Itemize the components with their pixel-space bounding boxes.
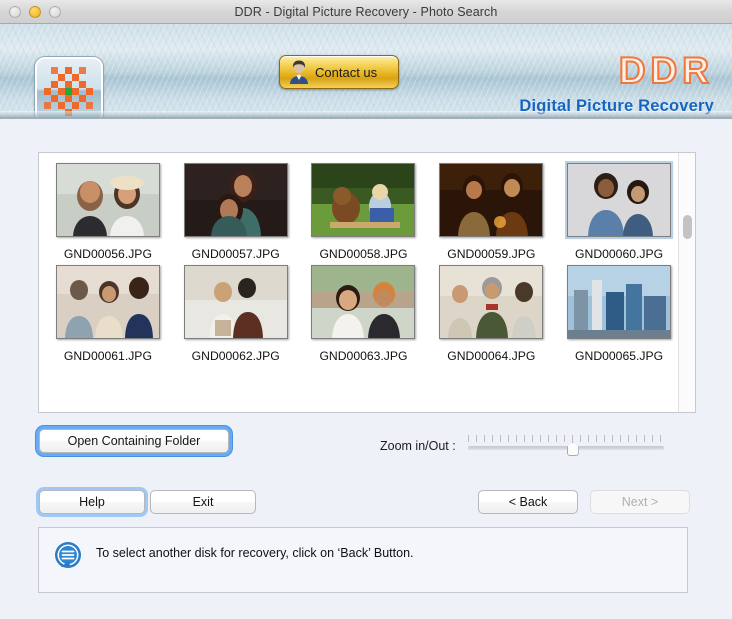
thumbnail-row: GND00061.JPG GND00062.JPG GND00063.JPG G…: [39, 265, 678, 363]
thumbnail-item[interactable]: GND00056.JPG: [49, 163, 167, 261]
thumbnail-panel: GND00056.JPG GND00057.JPG GND00058.JPG G…: [38, 152, 696, 413]
thumbnail-image: [439, 265, 544, 339]
thumbnail-item[interactable]: GND00061.JPG: [49, 265, 167, 363]
window-controls: [9, 6, 61, 18]
ddr-logo: DDR Digital Picture Recovery: [519, 50, 714, 115]
thumbnail-image: [567, 163, 672, 237]
open-containing-folder-button[interactable]: Open Containing Folder: [39, 429, 229, 453]
thumbnail-row: GND00056.JPG GND00057.JPG GND00058.JPG G…: [39, 163, 678, 261]
thumbnail-image: [183, 163, 288, 237]
status-message: To select another disk for recovery, cli…: [96, 546, 414, 560]
thumbnail-filename: GND00057.JPG: [191, 247, 280, 261]
zoom-control: Zoom in/Out :: [380, 435, 664, 457]
zoom-button[interactable]: [49, 6, 61, 18]
thumbnail-item[interactable]: GND00057.JPG: [177, 163, 295, 261]
thumbnail-item[interactable]: GND00065.JPG: [560, 265, 678, 363]
slider-knob[interactable]: [566, 442, 579, 456]
application-window: DDR - Digital Picture Recovery - Photo S…: [0, 0, 732, 619]
thumbnail-filename: GND00061.JPG: [63, 349, 152, 363]
status-message-box: To select another disk for recovery, cli…: [38, 527, 688, 593]
thumbnail-scrollbar[interactable]: [678, 153, 695, 412]
ddr-logo-primary: DDR: [618, 50, 714, 91]
ddr-app-icon: [35, 57, 103, 117]
open-folder-focus-ring: Open Containing Folder: [36, 426, 232, 456]
thumbnail-filename: GND00059.JPG: [447, 247, 536, 261]
help-focus-ring: Help: [36, 487, 148, 517]
thumbnail-filename: GND00062.JPG: [191, 349, 280, 363]
speech-bubble-icon: [55, 542, 81, 568]
window-title: DDR - Digital Picture Recovery - Photo S…: [234, 4, 498, 19]
thumbnail-filename: GND00056.JPG: [63, 247, 152, 261]
checkered-flower-icon: [44, 67, 93, 116]
scrollbar-thumb[interactable]: [683, 215, 692, 239]
action-button-row: Help Exit < Back Next >: [0, 487, 732, 518]
thumbnail-image: [439, 163, 544, 237]
main-content: GND00056.JPG GND00057.JPG GND00058.JPG G…: [0, 119, 732, 617]
close-button[interactable]: [9, 6, 21, 18]
help-button[interactable]: Help: [39, 490, 145, 514]
slider-track[interactable]: [467, 446, 664, 450]
thumbnail-filename: GND00063.JPG: [319, 349, 408, 363]
thumbnail-grid: GND00056.JPG GND00057.JPG GND00058.JPG G…: [39, 153, 678, 412]
thumbnail-image: [311, 265, 416, 339]
thumbnail-image: [311, 163, 416, 237]
person-icon: [290, 60, 308, 84]
thumbnail-item[interactable]: GND00062.JPG: [177, 265, 295, 363]
thumbnail-item[interactable]: GND00063.JPG: [305, 265, 423, 363]
thumbnail-item-selected[interactable]: GND00060.JPG: [560, 163, 678, 261]
thumbnail-item[interactable]: GND00059.JPG: [432, 163, 550, 261]
thumbnail-item[interactable]: GND00058.JPG: [305, 163, 423, 261]
thumbnail-image: [55, 265, 160, 339]
header-banner: Contact us DDR Digital Picture Recovery: [0, 24, 732, 119]
thumbnail-filename: GND00065.JPG: [575, 349, 664, 363]
thumbnail-image: [567, 265, 672, 339]
thumbnail-image: [183, 265, 288, 339]
slider-ticks: [467, 435, 664, 442]
minimize-button[interactable]: [29, 6, 41, 18]
thumbnail-filename: GND00058.JPG: [319, 247, 408, 261]
thumbnail-item[interactable]: GND00064.JPG: [432, 265, 550, 363]
zoom-slider[interactable]: [467, 435, 664, 457]
thumbnail-filename: GND00064.JPG: [447, 349, 536, 363]
thumbnail-filename: GND00060.JPG: [575, 247, 664, 261]
contact-us-button[interactable]: Contact us: [279, 55, 399, 89]
next-button: Next >: [590, 490, 690, 514]
thumbnail-image: [55, 163, 160, 237]
zoom-label: Zoom in/Out :: [380, 439, 456, 453]
back-button[interactable]: < Back: [478, 490, 578, 514]
contact-us-label: Contact us: [315, 64, 378, 80]
exit-button[interactable]: Exit: [150, 490, 256, 514]
ddr-logo-secondary: Digital Picture Recovery: [519, 97, 714, 115]
title-bar: DDR - Digital Picture Recovery - Photo S…: [0, 0, 732, 24]
